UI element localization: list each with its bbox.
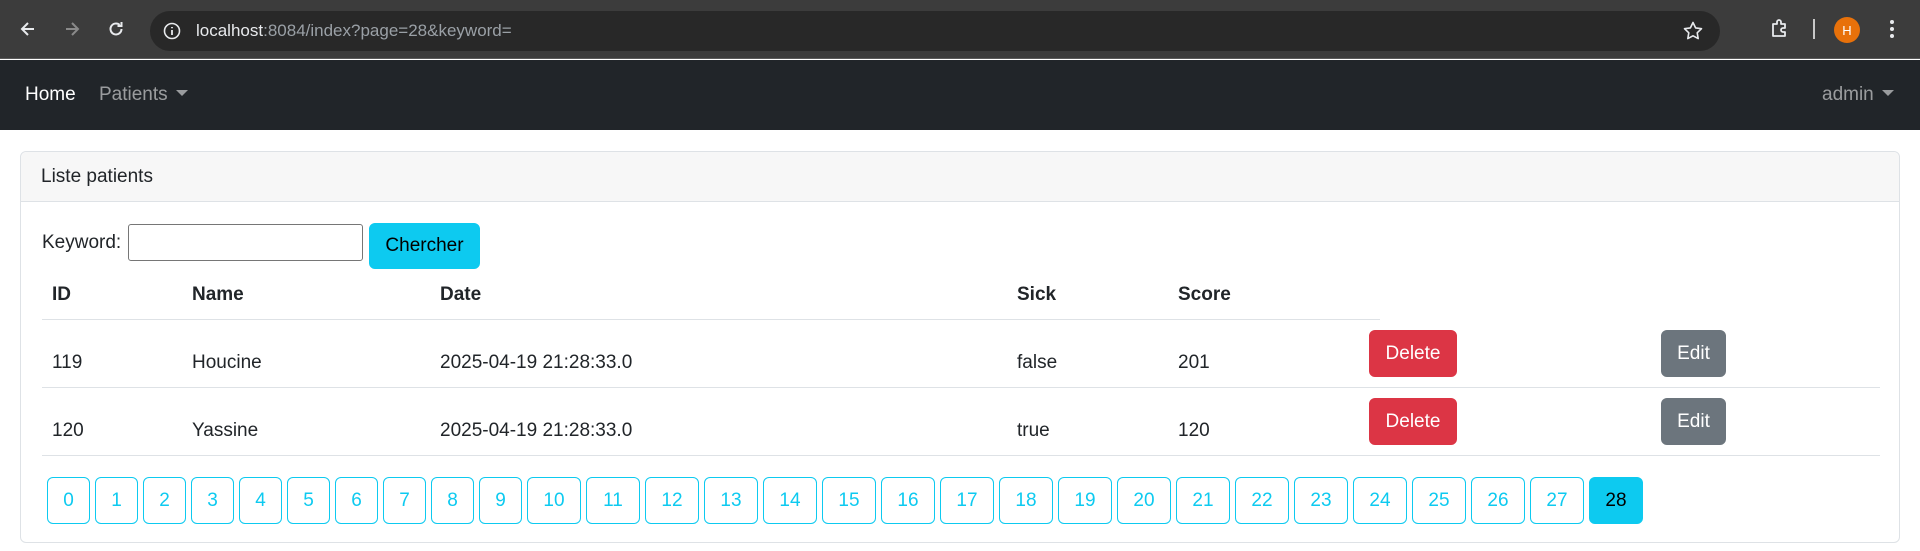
cell-date: 2025-04-19 21:28:33.0 (440, 352, 633, 373)
column-header-score: Score (1178, 284, 1231, 305)
pagination: 0 1 2 3 4 5 6 7 8 9 10 11 12 13 14 15 16… (47, 477, 1643, 524)
delete-button[interactable]: Delete (1369, 330, 1457, 377)
page-link-11[interactable]: 11 (586, 477, 640, 524)
star-icon[interactable] (1682, 20, 1704, 42)
page-link-19[interactable]: 19 (1058, 477, 1112, 524)
reload-button[interactable] (100, 13, 132, 45)
page-link-25[interactable]: 25 (1412, 477, 1466, 524)
cell-score: 201 (1178, 352, 1210, 373)
page-link-4[interactable]: 4 (239, 477, 282, 524)
page-link-13[interactable]: 13 (704, 477, 758, 524)
cell-name: Houcine (192, 352, 262, 373)
page-link-24[interactable]: 24 (1353, 477, 1407, 524)
page-link-28-current[interactable]: 28 (1589, 477, 1643, 524)
app-navbar: Home Patients admin (0, 60, 1920, 130)
arrow-left-icon (20, 22, 34, 36)
page-link-10[interactable]: 10 (527, 477, 581, 524)
cell-sick: false (1017, 352, 1058, 373)
url-host: localhost (196, 21, 264, 40)
patients-card: Liste patients Keyword: Chercher ID Name… (20, 151, 1900, 543)
table-row: 119 Houcine 2025-04-19 21:28:33.0 false … (42, 320, 1880, 388)
search-button[interactable]: Chercher (369, 223, 480, 269)
keyword-input[interactable] (128, 224, 363, 261)
cell-sick: true (1017, 420, 1050, 441)
page-link-22[interactable]: 22 (1235, 477, 1289, 524)
chevron-down-icon (175, 89, 188, 96)
page-link-5[interactable]: 5 (287, 477, 330, 524)
nav-home[interactable]: Home (25, 84, 76, 106)
column-header-sick: Sick (1017, 284, 1057, 305)
column-header-name: Name (192, 284, 244, 305)
nav-user-label: admin (1822, 84, 1874, 105)
page-link-0[interactable]: 0 (47, 477, 90, 524)
reload-icon (109, 22, 123, 36)
forward-button[interactable] (56, 13, 88, 45)
card-header: Liste patients (21, 152, 1899, 202)
page-link-26[interactable]: 26 (1471, 477, 1525, 524)
page-link-16[interactable]: 16 (881, 477, 935, 524)
page-link-6[interactable]: 6 (335, 477, 378, 524)
page-link-23[interactable]: 23 (1294, 477, 1348, 524)
nav-patients-label: Patients (99, 84, 168, 105)
cell-date: 2025-04-19 21:28:33.0 (440, 420, 633, 441)
cell-id: 119 (52, 352, 83, 373)
cell-id: 120 (52, 420, 84, 441)
nav-user-dropdown[interactable]: admin (1822, 84, 1894, 106)
url-text[interactable]: localhost:8084/index?page=28&keyword= (196, 21, 512, 41)
puzzle-icon[interactable] (1768, 17, 1792, 41)
page-link-17[interactable]: 17 (940, 477, 994, 524)
page-link-20[interactable]: 20 (1117, 477, 1171, 524)
column-header-id: ID (52, 284, 71, 305)
page-link-12[interactable]: 12 (645, 477, 699, 524)
page-link-9[interactable]: 9 (479, 477, 522, 524)
site-info-icon[interactable] (162, 21, 182, 41)
page-link-27[interactable]: 27 (1530, 477, 1584, 524)
cell-score: 120 (1178, 420, 1210, 441)
cell-name: Yassine (192, 420, 259, 441)
edit-button[interactable]: Edit (1661, 330, 1726, 377)
page-link-2[interactable]: 2 (143, 477, 186, 524)
page-link-14[interactable]: 14 (763, 477, 817, 524)
column-header-date: Date (440, 284, 482, 305)
page-link-18[interactable]: 18 (999, 477, 1053, 524)
delete-button[interactable]: Delete (1369, 398, 1457, 445)
table-row: 120 Yassine 2025-04-19 21:28:33.0 true 1… (42, 388, 1880, 456)
toolbar-separator (1813, 19, 1815, 39)
page-link-8[interactable]: 8 (431, 477, 474, 524)
back-button[interactable] (12, 13, 44, 45)
profile-avatar[interactable]: H (1834, 17, 1860, 43)
address-bar[interactable]: localhost:8084/index?page=28&keyword= (150, 11, 1720, 51)
nav-patients-dropdown[interactable]: Patients (99, 84, 188, 106)
url-path: :8084/index?page=28&keyword= (263, 21, 512, 40)
page-link-7[interactable]: 7 (383, 477, 426, 524)
card-title: Liste patients (41, 166, 153, 187)
page-link-21[interactable]: 21 (1176, 477, 1230, 524)
page-link-3[interactable]: 3 (191, 477, 234, 524)
edit-button[interactable]: Edit (1661, 398, 1726, 445)
page-link-1[interactable]: 1 (95, 477, 138, 524)
vertical-dots-icon[interactable] (1880, 17, 1904, 41)
arrow-right-icon (66, 22, 80, 36)
chevron-down-icon (1881, 89, 1894, 96)
page-link-15[interactable]: 15 (822, 477, 876, 524)
browser-toolbar: localhost:8084/index?page=28&keyword= H (0, 0, 1920, 59)
keyword-label: Keyword: (42, 232, 122, 253)
